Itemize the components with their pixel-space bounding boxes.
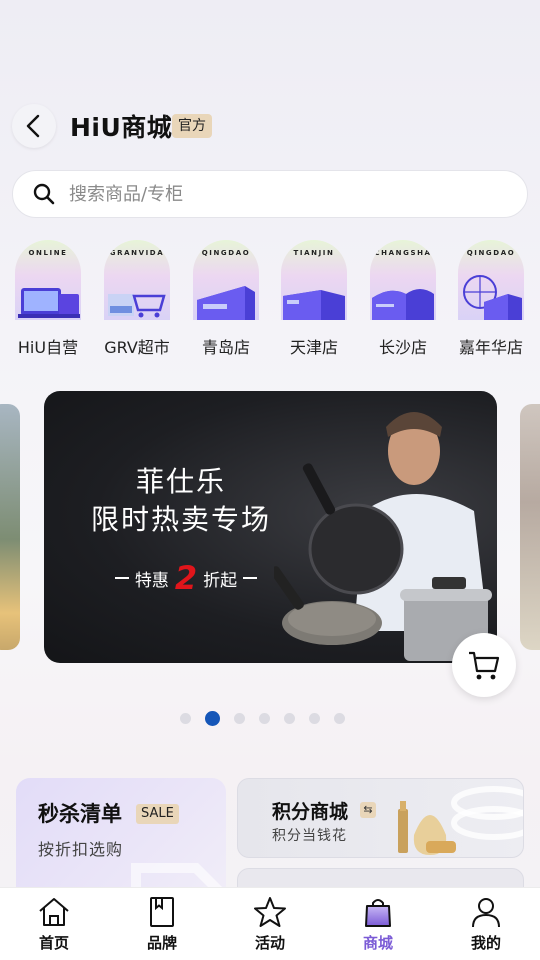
chevron-left-icon — [26, 114, 40, 138]
search-icon — [33, 183, 55, 205]
exchange-icon: ⇆ — [360, 802, 376, 818]
pager-dot[interactable] — [234, 713, 245, 724]
shopping-cart-icon — [469, 651, 500, 680]
carousel-next-slide[interactable] — [520, 404, 540, 650]
tab-activity[interactable]: 活动 — [216, 888, 324, 960]
pager-dot[interactable] — [334, 713, 345, 724]
back-button[interactable] — [12, 104, 56, 148]
store-granvida-icon: GRANVIDA — [104, 240, 170, 320]
search-input[interactable] — [69, 183, 489, 205]
pager-dot[interactable] — [259, 713, 270, 724]
bookmark-icon — [150, 897, 174, 927]
flash-sale-subtitle: 按折扣选购 — [38, 840, 124, 859]
official-badge: 官方 — [172, 114, 212, 138]
store-online-icon: ONLINE — [15, 240, 81, 320]
store-item-carnival[interactable]: QINGDAO 嘉年华店 — [456, 240, 526, 358]
tab-label: 品牌 — [146, 934, 177, 952]
carousel-pager — [180, 711, 345, 726]
points-mall-card[interactable]: 积分商城 ⇆ 积分当钱花 — [237, 778, 524, 858]
points-mall-title: 积分商城 — [272, 801, 349, 823]
page-title: HiU商城 — [70, 113, 173, 142]
tab-brand[interactable]: 品牌 — [108, 888, 216, 960]
store-list: ONLINE HiU自营 GRANVIDA GRV超市 QINGDAO 青岛店 … — [0, 240, 540, 360]
store-changsha-icon: CHANGSHA — [370, 240, 436, 320]
store-item-changsha[interactable]: CHANGSHA 长沙店 — [368, 240, 438, 358]
carousel-prev-slide[interactable] — [0, 404, 20, 650]
tab-label: 商城 — [362, 934, 393, 952]
tab-label: 活动 — [254, 934, 285, 952]
points-mall-subtitle: 积分当钱花 — [272, 828, 347, 844]
store-item-qingdao[interactable]: QINGDAO 青岛店 — [191, 240, 261, 358]
tab-home[interactable]: 首页 — [0, 888, 108, 960]
pager-dot-active[interactable] — [205, 711, 220, 726]
tab-label: 首页 — [38, 934, 69, 952]
home-icon — [39, 898, 69, 926]
cosmetics-product-image — [398, 786, 523, 855]
pager-dot[interactable] — [180, 713, 191, 724]
promo-banner[interactable]: 菲仕乐 限时热卖专场 特惠 2 折起 — [44, 391, 497, 663]
store-label: HiU自营 — [17, 338, 79, 357]
pager-dot[interactable] — [309, 713, 320, 724]
banner-title: 菲仕乐 限时热卖专场 — [90, 465, 271, 536]
store-item-hiu[interactable]: ONLINE HiU自营 — [13, 240, 83, 358]
tab-profile[interactable]: 我的 — [432, 888, 540, 960]
store-tianjin-icon: TIANJIN — [281, 240, 347, 320]
pager-dot[interactable] — [284, 713, 295, 724]
store-item-grv[interactable]: GRANVIDA GRV超市 — [102, 240, 172, 358]
banner-discount: 特惠 2 折起 — [106, 562, 266, 594]
flash-sale-title: 秒杀清单 — [38, 802, 122, 826]
tab-label: 我的 — [470, 934, 501, 952]
star-icon — [254, 897, 286, 927]
cookware-product-image — [274, 412, 492, 661]
cart-button[interactable] — [452, 633, 516, 697]
store-label: 嘉年华店 — [458, 338, 523, 357]
store-item-tianjin[interactable]: TIANJIN 天津店 — [279, 240, 349, 358]
tab-mall[interactable]: 商城 — [324, 888, 432, 960]
store-label: 天津店 — [289, 338, 338, 357]
bottom-tab-bar: 首页 品牌 活动 商城 我的 — [0, 887, 540, 960]
store-label: 青岛店 — [201, 338, 250, 357]
user-icon — [472, 898, 500, 928]
store-qingdao-icon: QINGDAO — [193, 240, 259, 320]
search-bar[interactable] — [12, 170, 528, 218]
store-carnival-icon: QINGDAO — [458, 240, 524, 320]
sale-badge: SALE — [136, 804, 179, 824]
shopping-bag-icon — [365, 899, 391, 927]
store-label: 长沙店 — [378, 338, 427, 357]
store-label: GRV超市 — [104, 338, 170, 357]
